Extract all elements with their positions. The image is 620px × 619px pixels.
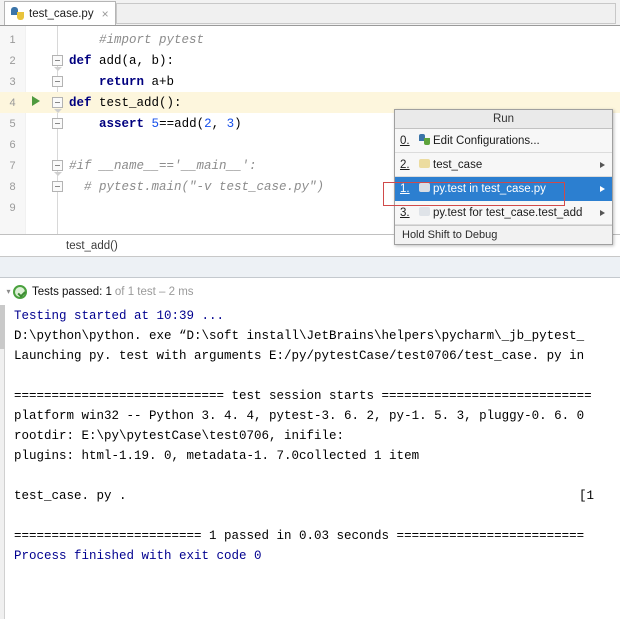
console-line: D:\python\python. exe “D:\soft install\J… (14, 329, 585, 343)
pycharm-window: test_case.py × 1 #import pytest 2 def add(… (0, 0, 620, 619)
run-menu-item-mnemonic: 3. (400, 206, 410, 219)
console-scrollbar-thumb[interactable] (0, 305, 5, 349)
test-status-bar: ▾ Tests passed: 1 of 1 test – 2 ms (0, 278, 620, 305)
console-line: ========================= 1 passed in 0.… (14, 529, 585, 543)
chevron-right-icon[interactable] (600, 209, 605, 216)
run-test-gutter-icon[interactable] (25, 95, 47, 110)
run-menu-item-1[interactable]: 0. Edit Configurations... (395, 129, 612, 153)
tests-passed-label: Tests passed: 1 (32, 285, 112, 298)
editor-tab-bar: test_case.py × (0, 0, 620, 26)
run-config-icon (415, 133, 433, 148)
console-line: test_case. py . [1 (14, 489, 595, 503)
run-menu-item-4[interactable]: 3. py.test for test_case.test_add (395, 201, 612, 225)
console-line-progress: [1 (579, 489, 595, 503)
console-line: platform win32 -- Python 3. 4. 4, pytest… (14, 409, 585, 423)
run-menu-item-label: py.test for test_case.test_add (433, 206, 583, 219)
code-fold-icon[interactable] (47, 92, 69, 113)
run-menu-item-3[interactable]: 1. py.test in test_case.py (395, 177, 612, 201)
code-fold-icon[interactable] (47, 113, 69, 134)
line-number: 1 (9, 33, 16, 46)
line-number: 5 (9, 117, 16, 130)
run-menu-item-2[interactable]: 2. test_case (395, 153, 612, 177)
run-menu-item-label: Edit Configurations... (433, 134, 540, 147)
console-scrollbar[interactable] (0, 305, 5, 619)
code-text: #import pytest (69, 32, 205, 47)
editor-tab-test-case-py[interactable]: test_case.py × (4, 1, 116, 25)
line-number: 8 (9, 180, 16, 193)
code-text: def test_add(): (69, 95, 182, 110)
run-popup-menu[interactable]: Run 0. Edit Configurations... 2. test_case 1… (394, 109, 613, 245)
line-number: 3 (9, 75, 16, 88)
tests-duration-label: of 1 test – 2 ms (114, 285, 194, 298)
line-number: 2 (9, 54, 16, 67)
collapse-caret-icon[interactable]: ▾ (4, 287, 13, 296)
run-menu-item-mnemonic: 1. (400, 182, 410, 195)
run-menu-item-mnemonic: 0. (400, 134, 410, 147)
pytest-run-icon (415, 206, 433, 219)
console-line: Process finished with exit code 0 (14, 549, 262, 563)
green-check-icon (13, 284, 27, 299)
run-menu-items: 0. Edit Configurations... 2. test_case 1. py.… (395, 129, 612, 225)
line-number: 4 (9, 96, 16, 109)
tool-window-divider (0, 257, 620, 278)
pytest-run-icon (415, 182, 433, 195)
chevron-right-icon[interactable] (600, 161, 605, 168)
code-fold-icon[interactable] (47, 50, 69, 71)
run-menu-item-label: py.test in test_case.py (433, 182, 546, 195)
run-menu-hint: Hold Shift to Debug (395, 226, 612, 244)
console-line: Testing started at 10:39 ... (14, 309, 225, 323)
line-number: 7 (9, 159, 16, 172)
code-text: def add(a, b): (69, 53, 175, 68)
code-fold-icon[interactable] (47, 155, 69, 176)
code-line-3: 3 return a+b (0, 71, 620, 92)
run-menu-item-mnemonic: 2. (400, 158, 410, 171)
close-icon[interactable]: × (102, 8, 109, 20)
line-number: 6 (9, 138, 16, 151)
run-menu-item-label: test_case (433, 158, 483, 171)
run-menu-title: Run (395, 110, 612, 129)
editor-tab-label: test_case.py (29, 7, 94, 20)
code-fold-icon[interactable] (47, 176, 69, 197)
console-line: ============================ test sessio… (14, 389, 592, 403)
line-number: 9 (9, 201, 16, 214)
code-text: return a+b (99, 74, 175, 89)
code-fold-icon[interactable] (47, 71, 69, 92)
console-line: rootdir: E:\py\pytestCase\test0706, inif… (14, 429, 345, 443)
code-line-1: 1 #import pytest (0, 29, 620, 50)
breadcrumb-label: test_add() (66, 239, 118, 252)
tab-bar-filler (116, 3, 616, 24)
test-output-console[interactable]: Testing started at 10:39 ... D:\python\py… (0, 305, 620, 619)
python-file-icon (11, 7, 24, 20)
code-line-2: 2 def add(a, b): (0, 50, 620, 71)
python-run-icon (415, 158, 433, 171)
chevron-right-icon[interactable] (600, 185, 605, 192)
console-line: plugins: html-1.19. 0, metadata-1. 7.0co… (14, 449, 420, 463)
console-line: Launching py. test with arguments E:/py/… (14, 349, 585, 363)
